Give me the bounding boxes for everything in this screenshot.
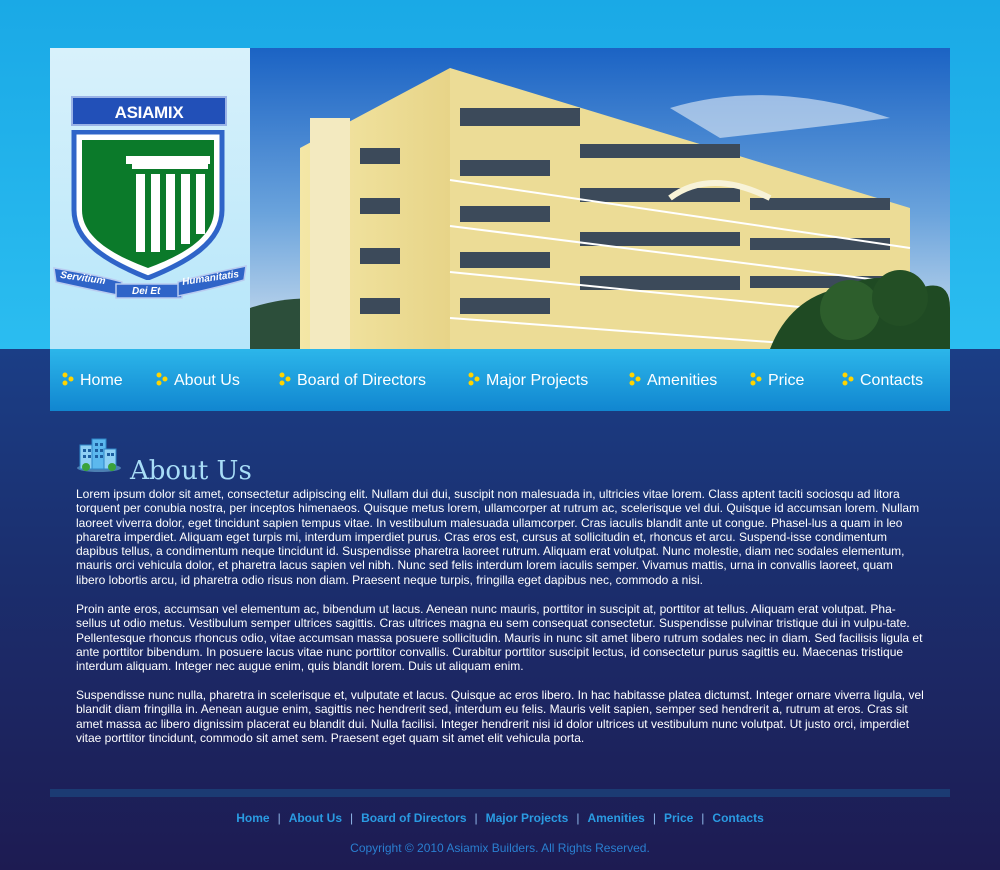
nav-bullet-icon — [842, 372, 854, 386]
footer-link-amenities[interactable]: Amenities — [587, 811, 644, 825]
nav-board-of-directors[interactable]: Board of Directors — [279, 349, 426, 411]
nav-price[interactable]: Price — [750, 349, 804, 411]
nav-home-label: Home — [80, 372, 123, 389]
nav-major-projects-label: Major Projects — [486, 372, 589, 389]
logo-motto-ribbon: Servitium Dei Et Humanitatis — [52, 262, 248, 302]
footer-link-major-projects[interactable]: Major Projects — [486, 811, 569, 825]
page-title: About Us — [130, 456, 252, 487]
footer-divider — [50, 789, 950, 797]
footer-link-contacts[interactable]: Contacts — [712, 811, 763, 825]
copyright-text: Copyright © 2010 Asiamix Builders. All R… — [350, 841, 650, 855]
nav-contacts[interactable]: Contacts — [842, 349, 923, 411]
nav-contacts-label: Contacts — [860, 372, 924, 389]
footer-separator: | — [701, 811, 705, 825]
content-paragraph: Proin ante eros, accumsan vel elementum … — [76, 602, 923, 674]
nav-bullet-icon — [279, 372, 291, 386]
logo-panel[interactable]: ASIAMIX BUILDERS Servitium Dei Et Humani… — [50, 48, 250, 349]
nav-bullet-icon — [62, 372, 74, 386]
nav-bullet-icon — [750, 372, 762, 386]
nav-about-us-label: About Us — [174, 372, 240, 389]
nav-amenities[interactable]: Amenities — [629, 349, 717, 411]
footer-separator: | — [350, 811, 354, 825]
footer-navigation: Home | About Us | Board of Directors | Major P… — [0, 811, 1000, 825]
nav-amenities-label: Amenities — [647, 372, 718, 389]
nav-board-of-directors-label: Board of Directors — [297, 372, 426, 389]
main-navigation: Home About Us Board of Directors Major P… — [50, 349, 950, 411]
footer-link-home[interactable]: Home — [236, 811, 269, 825]
hero-building-image — [250, 48, 950, 349]
content-paragraph: Suspendisse nunc nulla, pharetra in scel… — [76, 688, 924, 745]
nav-major-projects[interactable]: Major Projects — [468, 349, 588, 411]
nav-home[interactable]: Home — [62, 349, 123, 411]
footer-separator: | — [576, 811, 580, 825]
nav-about-us[interactable]: About Us — [156, 349, 240, 411]
nav-bullet-icon — [468, 372, 480, 386]
nav-price-label: Price — [768, 372, 805, 389]
footer-separator: | — [652, 811, 656, 825]
nav-bullet-icon — [156, 372, 168, 386]
footer-link-about-us[interactable]: About Us — [289, 811, 342, 825]
footer-separator: | — [474, 811, 478, 825]
footer-link-price[interactable]: Price — [664, 811, 693, 825]
building-illustration — [250, 48, 950, 349]
shield-logo-icon — [71, 130, 225, 280]
nav-bullet-icon — [629, 372, 641, 386]
header: ASIAMIX BUILDERS Servitium Dei Et Humani… — [50, 48, 950, 349]
footer-link-board-of-directors[interactable]: Board of Directors — [361, 811, 466, 825]
motto-center-text: Dei Et — [132, 286, 161, 297]
logo-title: ASIAMIX BUILDERS — [71, 96, 227, 152]
buildings-icon — [77, 438, 121, 472]
footer-separator: | — [277, 811, 281, 825]
content-paragraph: Lorem ipsum dolor sit amet, consectetur … — [76, 487, 920, 587]
